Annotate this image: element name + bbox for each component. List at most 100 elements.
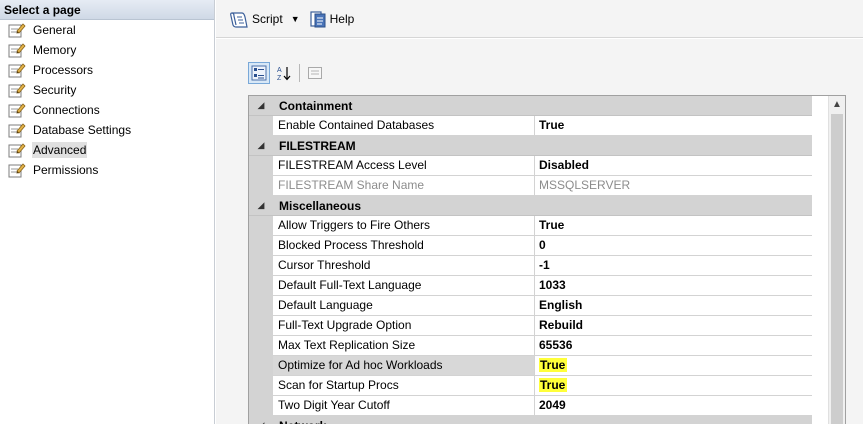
property-name[interactable]: Enable Contained Databases [273, 116, 535, 136]
help-button[interactable]: Help [309, 7, 355, 31]
highlighted-value: True [539, 378, 568, 392]
property-value[interactable]: 65536 [535, 336, 812, 356]
property-pages-icon [308, 67, 322, 79]
collapse-triangle-icon[interactable]: ◢ [249, 140, 273, 151]
property-value-text: MSSQLSERVER [539, 178, 631, 192]
property-value-text: 1033 [539, 278, 566, 292]
property-name[interactable]: Max Text Replication Size [273, 336, 535, 356]
property-name[interactable]: Two Digit Year Cutoff [273, 396, 535, 416]
scrollbar-thumb[interactable] [831, 114, 843, 424]
collapse-triangle-icon[interactable]: ◢ [249, 200, 273, 211]
page-item-database-settings[interactable]: Database Settings [0, 120, 214, 140]
category-filestream[interactable]: ◢ FILESTREAM [249, 136, 812, 156]
property-value[interactable]: 2049 [535, 396, 812, 416]
page-settings-icon [8, 82, 26, 98]
scroll-up-arrow-icon[interactable]: ▲ [829, 96, 845, 113]
property-row[interactable]: Cursor Threshold -1 [249, 256, 812, 276]
property-value-text: 65536 [539, 338, 573, 352]
page-item-connections[interactable]: Connections [0, 100, 214, 120]
property-name[interactable]: Full-Text Upgrade Option [273, 316, 535, 336]
property-name[interactable]: Default Language [273, 296, 535, 316]
page-item-security[interactable]: Security [0, 80, 214, 100]
page-item-label: Memory [33, 43, 77, 57]
alphabetical-icon: A Z [277, 67, 291, 81]
property-value[interactable]: English [535, 296, 812, 316]
property-row[interactable]: FILESTREAM Share Name MSSQLSERVER [249, 176, 812, 196]
page-item-general[interactable]: General [0, 20, 214, 40]
category-name: Miscellaneous [279, 198, 362, 213]
property-name[interactable]: Optimize for Ad hoc Workloads [273, 356, 535, 376]
property-row[interactable]: Two Digit Year Cutoff 2049 [249, 396, 812, 416]
property-value[interactable]: 0 [535, 236, 812, 256]
property-name[interactable]: FILESTREAM Access Level [273, 156, 535, 176]
script-dropdown-arrow-icon[interactable]: ▼ [291, 14, 300, 24]
property-value-text: 2049 [539, 398, 566, 412]
property-row[interactable]: Max Text Replication Size 65536 [249, 336, 812, 356]
property-value-text: True [539, 118, 565, 132]
property-row[interactable]: Enable Contained Databases True [249, 116, 812, 136]
page-content: A Z ◢ Containment Enable Contained Databas… [216, 39, 863, 424]
property-value[interactable]: Disabled [535, 156, 812, 176]
page-settings-icon [8, 42, 26, 58]
property-value[interactable]: True [535, 356, 812, 376]
page-item-advanced[interactable]: Advanced [0, 140, 214, 160]
help-icon [310, 10, 326, 27]
property-name[interactable]: Allow Triggers to Fire Others [273, 216, 535, 236]
page-item-permissions[interactable]: Permissions [0, 160, 214, 180]
script-button[interactable]: Script [229, 7, 283, 31]
property-value-text: 0 [539, 238, 546, 252]
property-value[interactable]: True [535, 216, 812, 236]
property-name[interactable]: Cursor Threshold [273, 256, 535, 276]
property-row[interactable]: Optimize for Ad hoc Workloads True [249, 356, 812, 376]
page-item-memory[interactable]: Memory [0, 40, 214, 60]
property-name[interactable]: Blocked Process Threshold [273, 236, 535, 256]
property-pages-button[interactable] [304, 62, 326, 84]
property-value[interactable]: Rebuild [535, 316, 812, 336]
property-name[interactable]: Scan for Startup Procs [273, 376, 535, 396]
category-containment[interactable]: ◢ Containment [249, 96, 812, 116]
svg-text:Z: Z [277, 75, 282, 81]
property-name[interactable]: Default Full-Text Language [273, 276, 535, 296]
collapse-triangle-icon[interactable]: ◢ [249, 100, 273, 111]
script-button-label: Script [252, 11, 283, 26]
page-item-label: Connections [33, 103, 100, 117]
page-settings-icon [8, 162, 26, 178]
page-item-label: Security [33, 83, 77, 97]
help-button-label: Help [329, 11, 355, 26]
page-item-label: Database Settings [33, 123, 132, 137]
page-list: General Memory Processors Security Connectio… [0, 20, 214, 180]
property-value[interactable]: True [535, 376, 812, 396]
property-name[interactable]: FILESTREAM Share Name [273, 176, 535, 196]
page-item-label: General [33, 23, 76, 37]
property-value[interactable]: -1 [535, 256, 812, 276]
page-item-label: Advanced [32, 142, 88, 158]
category-name: FILESTREAM [279, 138, 356, 153]
property-grid-toolbar: A Z [248, 61, 329, 85]
categorized-button[interactable] [248, 62, 270, 84]
property-row[interactable]: Default Full-Text Language 1033 [249, 276, 812, 296]
category-miscellaneous[interactable]: ◢ Miscellaneous [249, 196, 812, 216]
script-icon [230, 11, 248, 28]
page-selector-panel: Select a page General Memory Processors Sec… [0, 0, 215, 424]
vertical-scrollbar[interactable]: ▲ [828, 96, 845, 424]
page-item-label: Processors [33, 63, 94, 77]
property-row[interactable]: Blocked Process Threshold 0 [249, 236, 812, 256]
property-value[interactable]: True [535, 116, 812, 136]
property-row[interactable]: Default Language English [249, 296, 812, 316]
property-value[interactable]: 1033 [535, 276, 812, 296]
page-selector-header: Select a page [0, 0, 214, 20]
property-value[interactable]: MSSQLSERVER [535, 176, 812, 196]
page-settings-icon [8, 62, 26, 78]
properties-pane: Script ▼ Help A Z ◢ Containment Enable C… [216, 0, 863, 424]
alphabetical-button[interactable]: A Z [273, 62, 295, 84]
page-item-processors[interactable]: Processors [0, 60, 214, 80]
category-network[interactable]: ◢Network [249, 416, 812, 424]
property-row[interactable]: Scan for Startup Procs True [249, 376, 812, 396]
property-row[interactable]: Allow Triggers to Fire Others True [249, 216, 812, 236]
property-row[interactable]: Full-Text Upgrade Option Rebuild [249, 316, 812, 336]
property-row[interactable]: FILESTREAM Access Level Disabled [249, 156, 812, 176]
highlighted-value: True [539, 358, 568, 372]
collapse-triangle-icon[interactable]: ◢ [249, 420, 273, 424]
svg-text:A: A [277, 67, 282, 74]
page-settings-icon [8, 142, 26, 158]
